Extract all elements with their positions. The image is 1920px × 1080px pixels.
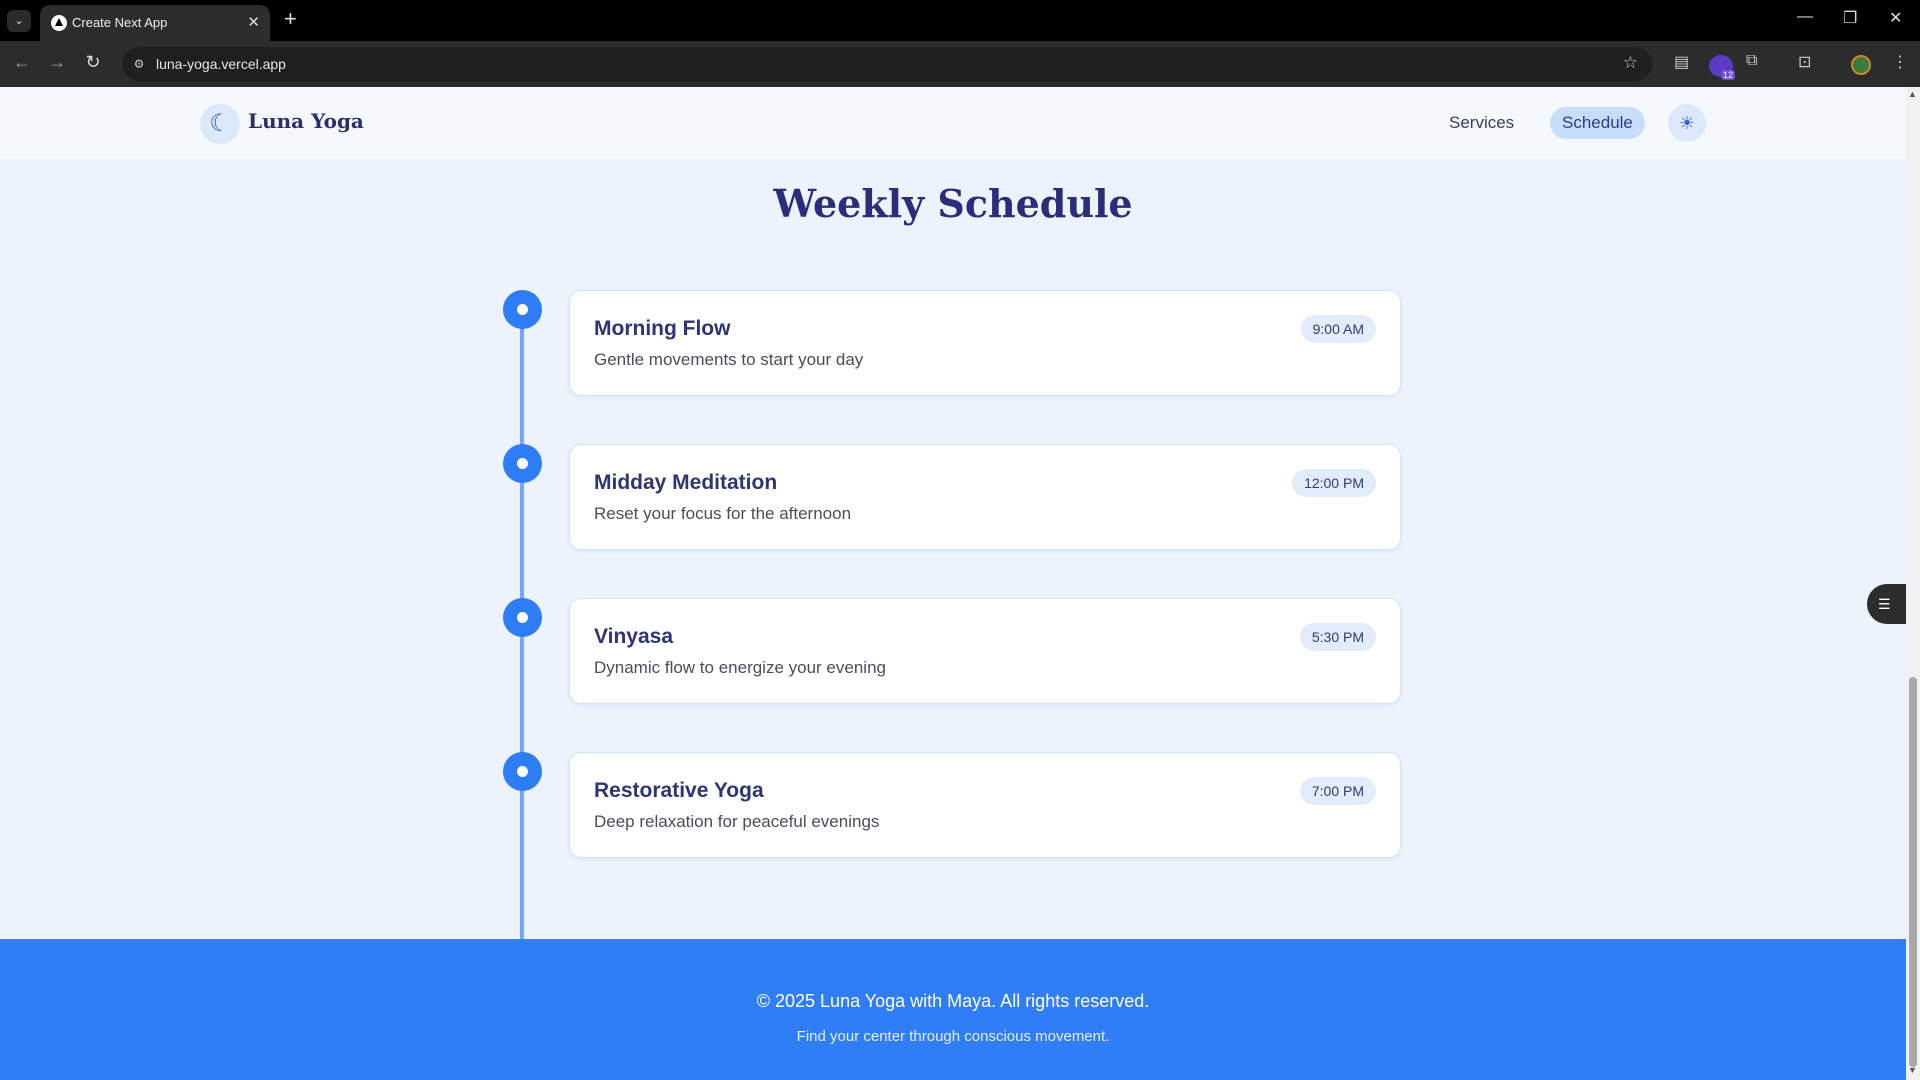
back-icon[interactable]: ← — [10, 52, 34, 73]
extensions-puzzle-icon[interactable]: ⧉ — [1746, 52, 1757, 70]
side-panel-icon[interactable]: ☰ — [1867, 584, 1907, 624]
address-bar[interactable]: ⚙ luna-yoga.vercel.app ☆ — [122, 47, 1652, 81]
extension-badge: 12 — [1720, 70, 1735, 80]
minimize-icon[interactable]: — — [1797, 8, 1813, 26]
class-card: Midday Meditation Reset your focus for t… — [569, 444, 1401, 550]
screenshot-icon[interactable]: ⊡ — [1798, 52, 1811, 72]
extension-icon[interactable]: 12 — [1709, 55, 1735, 80]
class-description: Dynamic flow to energize your evening — [594, 658, 886, 677]
close-window-icon[interactable]: ✕ — [1889, 8, 1902, 28]
favicon-icon — [51, 15, 67, 31]
browser-tab-bar: ⌄ Create Next App ✕ + — ❐ ✕ — [0, 0, 1920, 41]
browser-toolbar: ← → ↻ ⚙ luna-yoga.vercel.app ☆ ▤ 12 ⧉ ⊡ … — [0, 41, 1920, 87]
nav-schedule[interactable]: Schedule — [1550, 107, 1645, 139]
site-header: ☾ Luna Yoga Services Schedule ☀ — [0, 87, 1906, 159]
restore-icon[interactable]: ❐ — [1843, 8, 1857, 28]
bookmark-star-icon[interactable]: ☆ — [1623, 53, 1638, 73]
footer-copyright: © 2025 Luna Yoga with Maya. All rights r… — [756, 991, 1150, 1011]
scroll-down-icon[interactable]: ▼ — [1908, 1065, 1917, 1075]
class-name: Vinyasa — [594, 625, 674, 648]
page-viewport: ☾ Luna Yoga Services Schedule ☀ Weekly S… — [0, 87, 1906, 1080]
class-time-badge: 9:00 AM — [1300, 315, 1376, 343]
close-tab-icon[interactable]: ✕ — [247, 13, 260, 31]
site-footer: © 2025 Luna Yoga with Maya. All rights r… — [0, 939, 1906, 1080]
sun-icon[interactable]: ☀ — [1668, 104, 1706, 142]
footer-tagline: Find your center through conscious movem… — [796, 1028, 1110, 1045]
reload-icon[interactable]: ↻ — [81, 52, 105, 73]
reading-list-icon[interactable]: ▤ — [1674, 52, 1689, 72]
class-card: Vinyasa Dynamic flow to energize your ev… — [569, 598, 1401, 704]
tab-title: Create Next App — [72, 15, 168, 30]
class-name: Restorative Yoga — [594, 779, 764, 802]
forward-icon[interactable]: → — [45, 52, 69, 73]
timeline-node — [503, 444, 542, 483]
class-name: Midday Meditation — [594, 471, 778, 494]
page-title: Weekly Schedule — [773, 181, 1133, 226]
profile-avatar[interactable] — [1851, 55, 1871, 75]
timeline-node — [503, 598, 542, 637]
nav-services[interactable]: Services — [1437, 107, 1526, 139]
class-description: Gentle movements to start your day — [594, 350, 864, 369]
brand-name[interactable]: Luna Yoga — [248, 109, 364, 133]
class-name: Morning Flow — [594, 317, 731, 340]
class-description: Reset your focus for the afternoon — [594, 504, 852, 523]
menu-kebab-icon[interactable]: ⋮ — [1892, 52, 1908, 72]
moon-icon[interactable]: ☾ — [200, 104, 240, 144]
scrollbar-thumb[interactable] — [1909, 677, 1917, 1067]
class-time-badge: 12:00 PM — [1292, 469, 1376, 497]
url-text[interactable]: luna-yoga.vercel.app — [156, 56, 286, 72]
new-tab-icon[interactable]: + — [284, 7, 297, 31]
scroll-up-icon[interactable]: ▲ — [1908, 89, 1917, 99]
tab-search-icon[interactable]: ⌄ — [7, 10, 31, 32]
class-description: Deep relaxation for peaceful evenings — [594, 812, 880, 831]
timeline-node — [503, 752, 542, 791]
page-scrollbar[interactable]: ▲ ▼ — [1906, 87, 1920, 1080]
class-time-badge: 7:00 PM — [1299, 777, 1376, 805]
timeline-node — [503, 290, 542, 329]
browser-tab[interactable]: Create Next App ✕ — [40, 5, 270, 41]
site-info-icon[interactable]: ⚙ — [130, 55, 148, 73]
class-time-badge: 5:30 PM — [1299, 623, 1376, 651]
class-card: Morning Flow Gentle movements to start y… — [569, 290, 1401, 396]
class-card: Restorative Yoga Deep relaxation for pea… — [569, 752, 1401, 858]
